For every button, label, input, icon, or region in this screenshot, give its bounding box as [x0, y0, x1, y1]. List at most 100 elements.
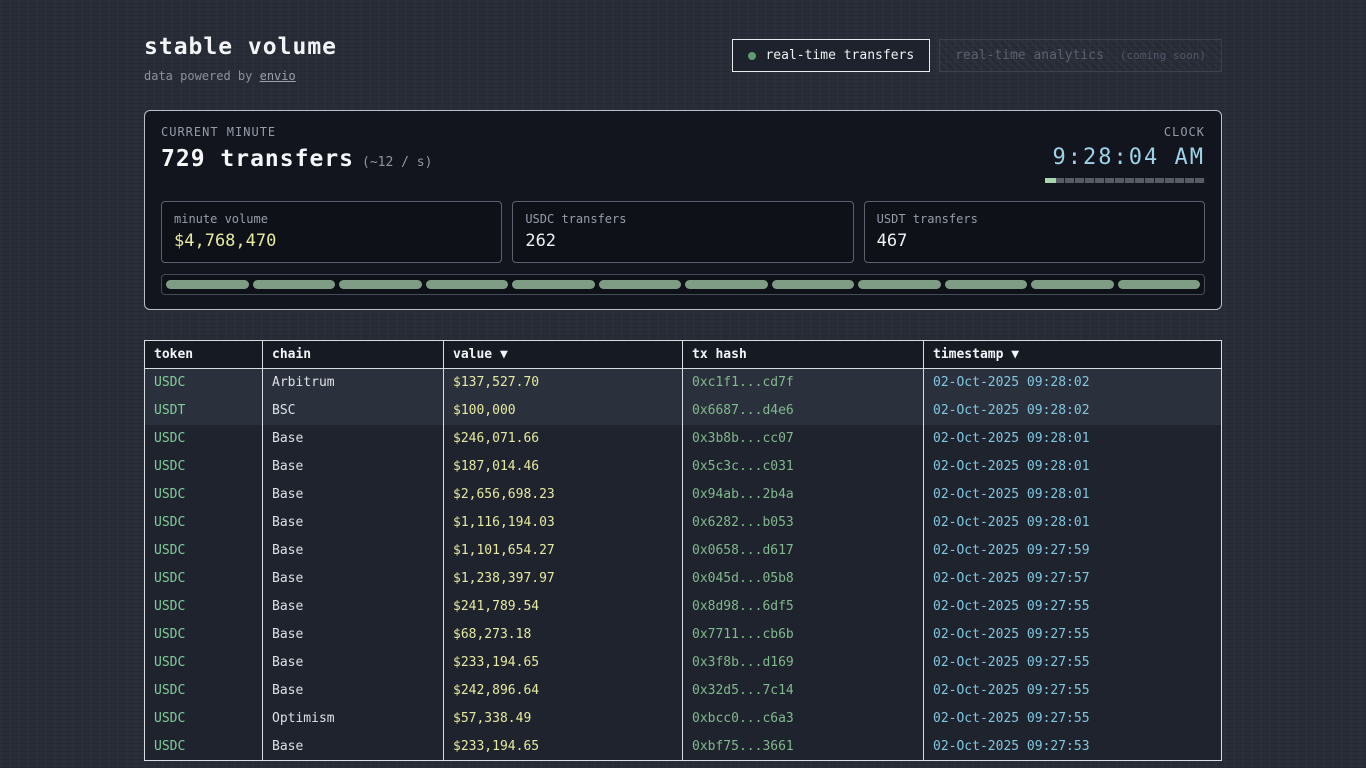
transfer-row: USDCBase$1,101,654.270x0658...d61702-Oct…: [145, 537, 1222, 565]
transfer-row: USDCBase$1,116,194.030x6282...b05302-Oct…: [145, 509, 1222, 537]
transfer-row: USDCArbitrum$137,527.700xc1f1...cd7f02-O…: [145, 369, 1222, 397]
hash-cell[interactable]: 0x0658...d617: [683, 537, 924, 565]
hash-cell[interactable]: 0x7711...cb6b: [683, 621, 924, 649]
chain-cell: Base: [263, 425, 444, 453]
hash-cell[interactable]: 0x32d5...7c14: [683, 677, 924, 705]
token-cell: USDC: [145, 509, 263, 537]
transfer-count-block: CURRENT MINUTE 729 transfers (~12 / s): [161, 125, 432, 172]
hash-cell[interactable]: 0x8d98...6df5: [683, 593, 924, 621]
transfer-row: USDCBase$246,071.660x3b8b...cc0702-Oct-2…: [145, 425, 1222, 453]
token-cell: USDC: [145, 705, 263, 733]
chain-cell: Base: [263, 649, 444, 677]
token-cell: USDC: [145, 649, 263, 677]
time-cell: 02-Oct-2025 09:28:01: [924, 453, 1222, 481]
column-header-token: token: [145, 341, 263, 369]
chain-cell: Base: [263, 621, 444, 649]
hash-cell[interactable]: 0xbcc0...c6a3: [683, 705, 924, 733]
coming-soon-badge: (coming soon): [1120, 49, 1206, 62]
chain-cell: Base: [263, 509, 444, 537]
time-cell: 02-Oct-2025 09:27:59: [924, 537, 1222, 565]
stats-row: minute volume $4,768,470 USDC transfers …: [161, 201, 1205, 263]
time-cell: 02-Oct-2025 09:28:02: [924, 369, 1222, 397]
activity-segment: [858, 280, 941, 289]
value-cell: $2,656,698.23: [444, 481, 683, 509]
envio-link[interactable]: envio: [260, 69, 296, 83]
top-bar: stable volume data powered by envio real…: [144, 34, 1222, 83]
activity-segment: [426, 280, 509, 289]
hash-cell[interactable]: 0x3b8b...cc07: [683, 425, 924, 453]
title-block: stable volume data powered by envio: [144, 34, 337, 83]
value-cell: $57,338.49: [444, 705, 683, 733]
transfer-row: USDCBase$1,238,397.970x045d...05b802-Oct…: [145, 565, 1222, 593]
value-cell: $1,101,654.27: [444, 537, 683, 565]
page-container: stable volume data powered by envio real…: [144, 0, 1222, 761]
chain-cell: Base: [263, 537, 444, 565]
hash-cell[interactable]: 0xc1f1...cd7f: [683, 369, 924, 397]
clock-label: CLOCK: [1045, 125, 1205, 139]
tab-transfers-label: real-time transfers: [765, 48, 914, 63]
stat-label: minute volume: [174, 212, 489, 226]
stat-label: USDC transfers: [525, 212, 840, 226]
activity-segment: [253, 280, 336, 289]
value-cell: $1,238,397.97: [444, 565, 683, 593]
value-cell: $242,896.64: [444, 677, 683, 705]
token-cell: USDC: [145, 565, 263, 593]
tab-realtime-analytics: real-time analytics (coming soon): [939, 39, 1222, 72]
hash-cell[interactable]: 0x3f8b...d169: [683, 649, 924, 677]
time-cell: 02-Oct-2025 09:27:55: [924, 677, 1222, 705]
transfers-table-body: USDCArbitrum$137,527.700xc1f1...cd7f02-O…: [145, 369, 1222, 761]
chain-cell: Optimism: [263, 705, 444, 733]
chain-cell: Base: [263, 593, 444, 621]
time-cell: 02-Oct-2025 09:27:55: [924, 593, 1222, 621]
time-cell: 02-Oct-2025 09:27:53: [924, 733, 1222, 761]
activity-segment: [945, 280, 1028, 289]
transfer-row: USDCBase$233,194.650x3f8b...d16902-Oct-2…: [145, 649, 1222, 677]
hash-cell[interactable]: 0x5c3c...c031: [683, 453, 924, 481]
clock-time: 9:28:04 AM: [1045, 145, 1205, 170]
time-cell: 02-Oct-2025 09:28:01: [924, 425, 1222, 453]
time-cell: 02-Oct-2025 09:28:01: [924, 481, 1222, 509]
transfers-table: tokenchainvalue ▼tx hashtimestamp ▼ USDC…: [144, 340, 1222, 761]
chain-cell: BSC: [263, 397, 444, 425]
hash-cell[interactable]: 0x6687...d4e6: [683, 397, 924, 425]
activity-segment: [512, 280, 595, 289]
minute-progress-bar: [1045, 178, 1205, 183]
transfer-row: USDCBase$2,656,698.230x94ab...2b4a02-Oct…: [145, 481, 1222, 509]
transfer-row: USDCBase$68,273.180x7711...cb6b02-Oct-20…: [145, 621, 1222, 649]
tab-realtime-transfers[interactable]: real-time transfers: [732, 39, 930, 72]
token-cell: USDC: [145, 425, 263, 453]
time-cell: 02-Oct-2025 09:27:55: [924, 649, 1222, 677]
transfer-row: USDCBase$187,014.460x5c3c...c03102-Oct-2…: [145, 453, 1222, 481]
activity-segment: [599, 280, 682, 289]
token-cell: USDC: [145, 369, 263, 397]
transfer-row: USDCBase$233,194.650xbf75...366102-Oct-2…: [145, 733, 1222, 761]
live-dot-icon: [748, 52, 756, 60]
stat-value: 467: [877, 231, 1192, 251]
hash-cell[interactable]: 0x94ab...2b4a: [683, 481, 924, 509]
time-cell: 02-Oct-2025 09:27:55: [924, 705, 1222, 733]
hash-cell[interactable]: 0xbf75...3661: [683, 733, 924, 761]
transfer-count-line: 729 transfers (~12 / s): [161, 146, 432, 172]
stat-usdc-transfers: USDC transfers 262: [512, 201, 853, 263]
transfer-row: USDCOptimism$57,338.490xbcc0...c6a302-Oc…: [145, 705, 1222, 733]
chain-cell: Base: [263, 677, 444, 705]
stat-usdt-transfers: USDT transfers 467: [864, 201, 1205, 263]
transfer-row: USDCBase$242,896.640x32d5...7c1402-Oct-2…: [145, 677, 1222, 705]
clock-progress-fill: [1045, 178, 1056, 183]
token-cell: USDC: [145, 537, 263, 565]
value-cell: $241,789.54: [444, 593, 683, 621]
transfer-count: 729 transfers: [161, 146, 354, 172]
token-cell: USDC: [145, 481, 263, 509]
activity-segment: [166, 280, 249, 289]
value-cell: $187,014.46: [444, 453, 683, 481]
column-header-value[interactable]: value ▼: [444, 341, 683, 369]
value-cell: $68,273.18: [444, 621, 683, 649]
time-cell: 02-Oct-2025 09:28:02: [924, 397, 1222, 425]
value-cell: $246,071.66: [444, 425, 683, 453]
token-cell: USDC: [145, 453, 263, 481]
transfer-row: USDTBSC$100,0000x6687...d4e602-Oct-2025 …: [145, 397, 1222, 425]
column-header-timestamp[interactable]: timestamp ▼: [924, 341, 1222, 369]
chain-cell: Base: [263, 481, 444, 509]
hash-cell[interactable]: 0x6282...b053: [683, 509, 924, 537]
hash-cell[interactable]: 0x045d...05b8: [683, 565, 924, 593]
